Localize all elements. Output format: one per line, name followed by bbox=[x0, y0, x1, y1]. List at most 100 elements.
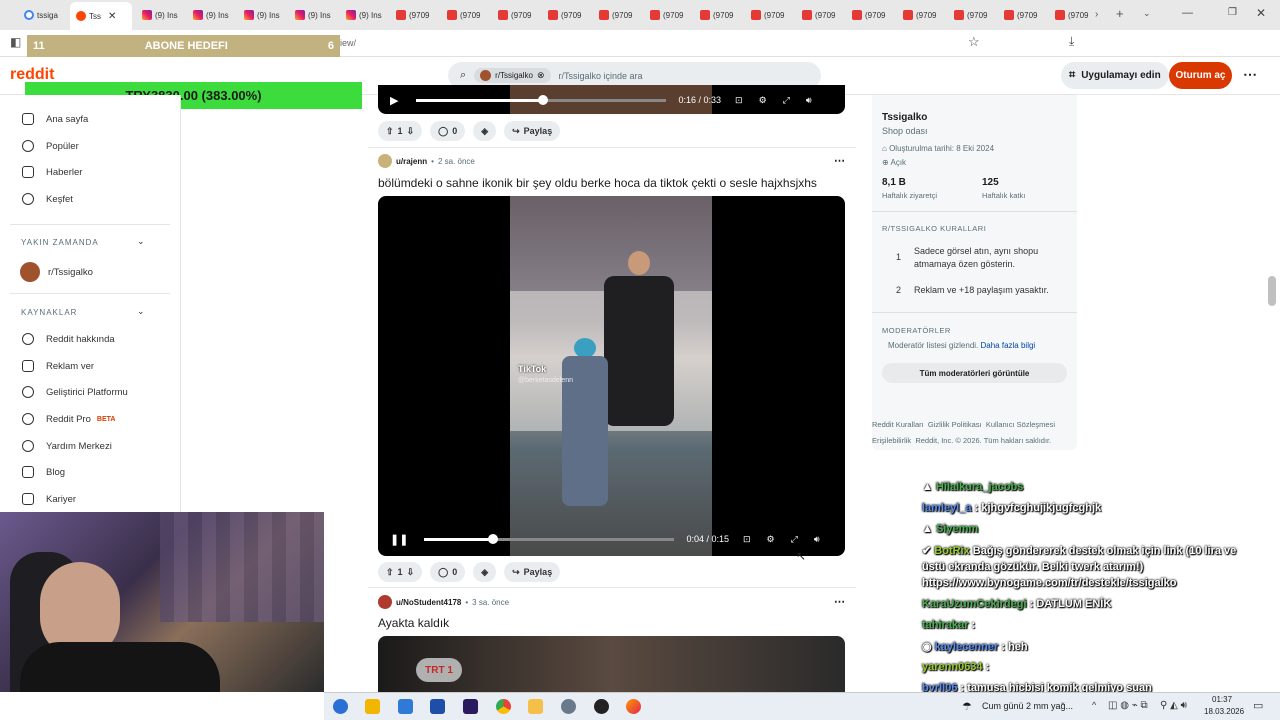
progress-thumb[interactable] bbox=[488, 533, 499, 544]
video-player-2[interactable]: TikTok @berketasdelenn ❚❚ 0:04 / 0:15 ⊡ … bbox=[378, 196, 845, 556]
browser-tab[interactable]: (9709 bbox=[852, 5, 896, 25]
recent-heading[interactable]: YAKIN ZAMANDA bbox=[21, 238, 99, 247]
weather-text[interactable]: Cum günü 2 mm yağ... bbox=[982, 701, 1073, 711]
premiere-icon[interactable] bbox=[463, 699, 478, 714]
sidebar-item-reddit-pro[interactable]: Reddit Pro BETA bbox=[22, 413, 115, 425]
chevron-down-icon[interactable]: ⌄ bbox=[137, 306, 145, 317]
tab-list-chevron-icon[interactable]: ⌄ bbox=[1143, 8, 1151, 19]
tray-icons-2[interactable]: ⚲ ◭ 🔊︎ bbox=[1160, 700, 1187, 711]
browser-tab[interactable]: (9709 bbox=[650, 5, 694, 25]
mail-icon[interactable] bbox=[398, 699, 413, 714]
download-icon[interactable]: ⤓ bbox=[1069, 34, 1074, 49]
upvote-icon[interactable]: ⇧ bbox=[386, 567, 394, 578]
browser-tab[interactable]: (9) Ins bbox=[295, 5, 339, 25]
browser-tab[interactable]: (9709 bbox=[751, 5, 795, 25]
post-author[interactable]: u/NoStudent4178 bbox=[396, 598, 461, 607]
browser-tab[interactable]: (9) Ins bbox=[142, 5, 186, 25]
captions-icon[interactable]: ⊡ bbox=[735, 95, 743, 106]
progress-thumb[interactable] bbox=[538, 94, 549, 105]
comments-button[interactable]: ◯ 0 bbox=[430, 562, 466, 582]
sidebar-toggle-icon[interactable]: ◧ bbox=[10, 35, 21, 49]
folder-icon[interactable] bbox=[528, 699, 543, 714]
share-button[interactable]: ↪ Paylaş bbox=[504, 562, 561, 582]
close-tab-icon[interactable]: ✕ bbox=[108, 11, 116, 22]
award-button[interactable]: ◈ bbox=[473, 562, 497, 582]
more-options-icon[interactable]: ⋯ bbox=[1243, 66, 1257, 83]
edge-icon[interactable] bbox=[333, 699, 348, 714]
sidebar-item-tssigalko[interactable]: r/Tssigalko bbox=[20, 262, 93, 282]
downvote-icon[interactable]: ⇩ bbox=[407, 567, 415, 578]
comments-button[interactable]: ◯ 0 bbox=[430, 121, 466, 141]
store-icon[interactable] bbox=[365, 699, 380, 714]
footer-link[interactable]: Reddit Kuralları bbox=[872, 420, 924, 429]
post-3-media[interactable]: TRT 1 bbox=[378, 636, 845, 692]
browser-tab[interactable]: (9709 bbox=[599, 5, 643, 25]
captions-icon[interactable]: ⊡ bbox=[743, 534, 751, 545]
clock-time[interactable]: 01:37 bbox=[1212, 695, 1232, 704]
browser-tab[interactable]: (9709 bbox=[1004, 5, 1048, 25]
browser-tab[interactable]: (9709 bbox=[498, 5, 542, 25]
footer-link[interactable]: Kullanıcı Sözleşmesi bbox=[986, 420, 1055, 429]
view-all-moderators-button[interactable]: Tüm moderatörleri görüntüle bbox=[882, 363, 1067, 383]
browser-tab[interactable]: (9709 bbox=[954, 5, 998, 25]
notification-icon[interactable]: ▭ bbox=[1253, 699, 1263, 712]
sidebar-item-explore[interactable]: Keşfet bbox=[22, 193, 73, 205]
sidebar-item-advertise[interactable]: Reklam ver bbox=[22, 360, 94, 372]
minimize-icon[interactable]: — bbox=[1182, 7, 1193, 19]
browser-tab[interactable]: (9709 bbox=[396, 5, 440, 25]
video-progress[interactable] bbox=[424, 533, 675, 544]
play-icon[interactable]: ▶ bbox=[390, 94, 398, 107]
downvote-icon[interactable]: ⇩ bbox=[407, 126, 415, 137]
tray-icons[interactable]: ◫ ◍ ⌁ ⧉ bbox=[1108, 700, 1148, 711]
chevron-down-icon[interactable]: ⌄ bbox=[137, 236, 145, 247]
rule-1[interactable]: Sadece görsel atın, aynı shopu atmamaya … bbox=[914, 245, 1054, 271]
share-button[interactable]: ↪ Paylaş bbox=[504, 121, 561, 141]
sidebar-item-developer[interactable]: Geliştirici Platformu bbox=[22, 386, 128, 398]
post-3-overflow-icon[interactable]: ⋯ bbox=[834, 595, 845, 608]
settings-gear-icon[interactable]: ⚙ bbox=[767, 534, 775, 545]
sidebar-item-help[interactable]: Yardım Merkezi bbox=[22, 440, 112, 452]
close-window-icon[interactable]: ✕ bbox=[1256, 6, 1266, 20]
browser-tab-active[interactable]: Tss ✕ bbox=[70, 2, 132, 30]
bookmark-star-icon[interactable]: ☆ bbox=[968, 34, 980, 50]
post-2-title[interactable]: bölümdeki o sahne ikonik bir şey oldu be… bbox=[378, 176, 817, 190]
volume-icon[interactable]: 🔊︎ bbox=[814, 534, 820, 545]
browser-tab[interactable]: (9709 bbox=[700, 5, 744, 25]
sidebar-item-about[interactable]: Reddit hakkında bbox=[22, 333, 115, 345]
sidebar-item-news[interactable]: Haberler bbox=[22, 166, 82, 178]
post-author[interactable]: u/rajenn bbox=[396, 157, 427, 166]
browser-tab[interactable]: (9709 bbox=[1055, 5, 1095, 25]
upvote-icon[interactable]: ⇧ bbox=[386, 126, 394, 137]
browser-tab[interactable]: (9) Ins bbox=[244, 5, 288, 25]
post-2-overflow-icon[interactable]: ⋯ bbox=[834, 154, 845, 167]
post-3-title[interactable]: Ayakta kaldık bbox=[378, 616, 449, 630]
sidebar-item-popular[interactable]: Popüler bbox=[22, 140, 79, 152]
vote-control[interactable]: ⇧ 1 ⇩ bbox=[378, 121, 423, 141]
browser-tab[interactable]: (9) Ins bbox=[193, 5, 237, 25]
tray-chevron-icon[interactable]: ^ bbox=[1092, 700, 1096, 710]
chrome-icon[interactable] bbox=[496, 699, 511, 714]
tab-scroll-right-icon[interactable]: › bbox=[1095, 9, 1098, 20]
browser-tab[interactable]: (9709 bbox=[903, 5, 947, 25]
video-player-1[interactable]: ▶ 0:16 / 0:33 ⊡ ⚙ ⤢ 🔊︎ bbox=[378, 85, 845, 114]
settings-gear-icon[interactable]: ⚙ bbox=[759, 95, 767, 106]
maximize-icon[interactable]: ❐ bbox=[1228, 7, 1237, 18]
footer-link[interactable]: Gizlilik Politikası bbox=[928, 420, 982, 429]
browser-tab[interactable]: tssiga bbox=[24, 5, 64, 25]
browser-tab[interactable]: (9709 bbox=[447, 5, 491, 25]
award-button[interactable]: ◈ bbox=[473, 121, 497, 141]
resources-heading[interactable]: KAYNAKLAR bbox=[21, 308, 77, 317]
login-button[interactable]: Oturum aç bbox=[1169, 62, 1232, 89]
rule-2[interactable]: Reklam ve +18 paylaşım yasaktır. bbox=[914, 285, 1064, 295]
app-icon[interactable] bbox=[430, 699, 445, 714]
browser-tab[interactable]: (9) Ins bbox=[346, 5, 390, 25]
clear-chip-icon[interactable]: ⊗ bbox=[537, 70, 545, 81]
clock-date[interactable]: 18.03.2026 bbox=[1204, 707, 1244, 716]
browser-tab[interactable]: (9709 bbox=[802, 5, 846, 25]
subreddit-search-chip[interactable]: r/Tssigalko ⊗ bbox=[474, 68, 551, 83]
sidebar-item-careers[interactable]: Kariyer bbox=[22, 493, 76, 505]
fullscreen-icon[interactable]: ⤢ bbox=[783, 95, 790, 106]
pause-icon[interactable]: ❚❚ bbox=[390, 533, 408, 546]
new-tab-icon[interactable]: + bbox=[1116, 6, 1124, 21]
volume-icon[interactable]: 🔊︎ bbox=[806, 95, 812, 106]
